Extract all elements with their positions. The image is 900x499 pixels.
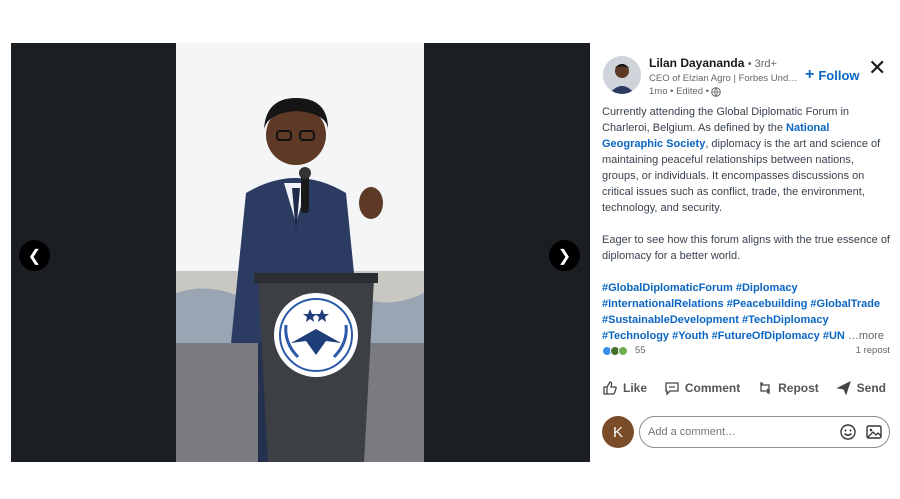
chevron-left-icon: ❮: [27, 247, 42, 265]
previous-image-button[interactable]: ❮: [19, 240, 50, 271]
comment-button[interactable]: Comment: [660, 376, 744, 400]
social-counts: 55 1 repost: [602, 345, 890, 356]
comment-label: Comment: [684, 381, 741, 395]
close-button[interactable]: ✕: [868, 57, 886, 79]
author-name-row: Lilan Dayananda • 3rd+: [649, 55, 799, 72]
like-button[interactable]: Like: [598, 376, 651, 400]
thumbs-up-icon: [603, 381, 617, 395]
send-button[interactable]: Send: [832, 376, 890, 400]
post-modal: ❮ ❯ Lilan Dayananda • 3rd+ CEO of Elzian…: [11, 43, 900, 462]
speaker-photo-illustration: [176, 43, 424, 462]
repost-icon: [760, 382, 771, 394]
author-avatar-image: [603, 56, 641, 94]
author-block: Lilan Dayananda • 3rd+ CEO of Elzian Agr…: [603, 55, 799, 98]
see-more-link[interactable]: …more: [848, 330, 884, 342]
image-icon[interactable]: [865, 423, 883, 441]
author-headline: CEO of Elzian Agro | Forbes Under 30: [649, 73, 799, 84]
chevron-right-icon: ❯: [557, 247, 572, 265]
globe-icon: [711, 86, 721, 97]
author-name[interactable]: Lilan Dayananda: [649, 56, 744, 70]
comment-input[interactable]: [648, 426, 831, 438]
reposts-count[interactable]: 1 repost: [856, 345, 890, 356]
send-label: Send: [856, 381, 886, 395]
support-reaction-icon: [618, 345, 628, 356]
send-icon: [836, 381, 851, 396]
comment-composer: K: [602, 416, 890, 448]
author-avatar[interactable]: [603, 56, 641, 94]
plus-icon: +: [805, 66, 815, 83]
repost-label: Repost: [778, 381, 819, 395]
viewer-avatar[interactable]: K: [602, 416, 634, 448]
comment-icon: [665, 382, 679, 396]
follow-button[interactable]: + Follow: [805, 66, 860, 84]
post-text: Currently attending the Global Diplomati…: [602, 104, 890, 344]
reactions-count: 55: [635, 345, 646, 356]
close-icon: ✕: [868, 55, 887, 80]
next-image-button[interactable]: ❯: [549, 240, 580, 271]
post-time-text: 1mo • Edited •: [649, 86, 709, 97]
follow-label: Follow: [818, 67, 860, 83]
emoji-icon[interactable]: [839, 423, 857, 441]
connection-degree: • 3rd+: [747, 58, 777, 70]
comment-box: [639, 416, 890, 448]
media-viewer: ❮ ❯: [11, 43, 590, 462]
post-time: 1mo • Edited •: [649, 85, 799, 98]
post-paragraph-2: Eager to see how this forum aligns with …: [602, 234, 890, 262]
hashtag-list[interactable]: #GlobalDiplomaticForum #Diplomacy #Inter…: [602, 282, 880, 342]
post-paragraph-1: Currently attending the Global Diplomati…: [602, 104, 890, 216]
post-actions: Like Comment Repost Send: [598, 376, 890, 400]
post-photo: [176, 43, 424, 462]
like-label: Like: [623, 381, 648, 395]
repost-button[interactable]: Repost: [753, 376, 823, 400]
reactions-summary[interactable]: 55: [602, 345, 646, 356]
author-meta: Lilan Dayananda • 3rd+ CEO of Elzian Agr…: [649, 55, 799, 98]
hashtags: #GlobalDiplomaticForum #Diplomacy #Inter…: [602, 280, 890, 344]
post-detail-panel: Lilan Dayananda • 3rd+ CEO of Elzian Agr…: [590, 43, 900, 462]
